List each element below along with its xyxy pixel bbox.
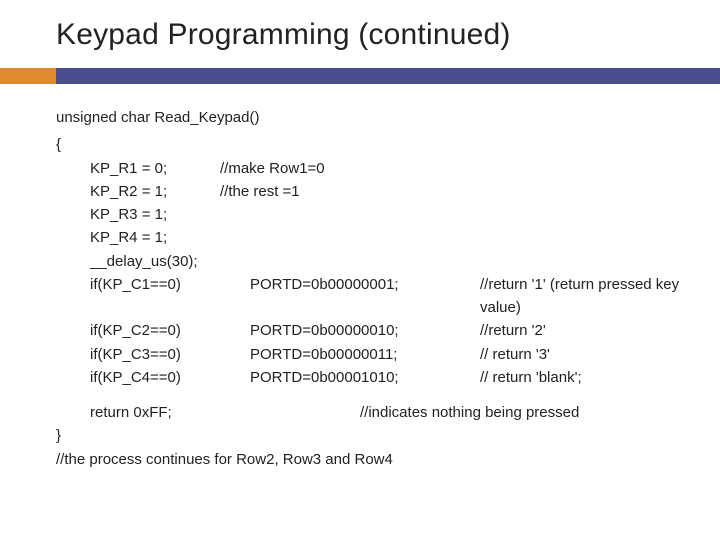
init-comment: //the rest =1: [220, 180, 688, 203]
init-row: KP_R3 = 1;: [90, 203, 688, 226]
footer-note: //the process continues for Row2, Row3 a…: [56, 448, 688, 471]
check-assign: PORTD=0b00001010;: [250, 366, 480, 389]
close-brace: }: [56, 424, 688, 447]
init-comment: [220, 226, 688, 249]
title-divider: [0, 68, 720, 84]
check-comment: //return '1' (return pressed key value): [480, 273, 688, 320]
open-brace: {: [56, 133, 688, 156]
init-stmt: KP_R3 = 1;: [90, 203, 220, 226]
delay-call: __delay_us(30);: [90, 250, 688, 273]
check-assign: PORTD=0b00000010;: [250, 319, 480, 342]
check-comment: // return '3': [480, 343, 688, 366]
code-body: unsigned char Read_Keypad() { KP_R1 = 0;…: [0, 84, 720, 471]
check-comment: //return '2': [480, 319, 688, 342]
init-stmt: KP_R2 = 1;: [90, 180, 220, 203]
init-comment: //make Row1=0: [220, 157, 688, 180]
check-cond: if(KP_C2==0): [90, 319, 250, 342]
init-comment: [220, 203, 688, 226]
init-stmt: KP_R1 = 0;: [90, 157, 220, 180]
check-cond: if(KP_C4==0): [90, 366, 250, 389]
check-cond: if(KP_C3==0): [90, 343, 250, 366]
divider-main: [0, 68, 720, 84]
slide-title: Keypad Programming (continued): [0, 18, 720, 62]
check-assign: PORTD=0b00000011;: [250, 343, 480, 366]
check-row: if(KP_C4==0) PORTD=0b00001010; // return…: [90, 366, 688, 389]
slide: Keypad Programming (continued) unsigned …: [0, 0, 720, 540]
return-row: return 0xFF; //indicates nothing being p…: [90, 389, 688, 424]
init-stmt: KP_R4 = 1;: [90, 226, 220, 249]
check-row: if(KP_C2==0) PORTD=0b00000010; //return …: [90, 319, 688, 342]
check-row: if(KP_C3==0) PORTD=0b00000011; // return…: [90, 343, 688, 366]
init-row: KP_R1 = 0; //make Row1=0: [90, 157, 688, 180]
check-row: if(KP_C1==0) PORTD=0b00000001; //return …: [90, 273, 688, 320]
check-cond: if(KP_C1==0): [90, 273, 250, 320]
return-stmt: return 0xFF;: [90, 401, 360, 424]
block-rows-init: KP_R1 = 0; //make Row1=0 KP_R2 = 1; //th…: [56, 157, 688, 425]
return-comment: //indicates nothing being pressed: [360, 401, 579, 424]
init-row: KP_R2 = 1; //the rest =1: [90, 180, 688, 203]
check-assign: PORTD=0b00000001;: [250, 273, 480, 320]
init-row: KP_R4 = 1;: [90, 226, 688, 249]
fn-signature: unsigned char Read_Keypad(): [56, 106, 688, 129]
divider-accent: [0, 68, 56, 84]
check-comment: // return 'blank';: [480, 366, 688, 389]
